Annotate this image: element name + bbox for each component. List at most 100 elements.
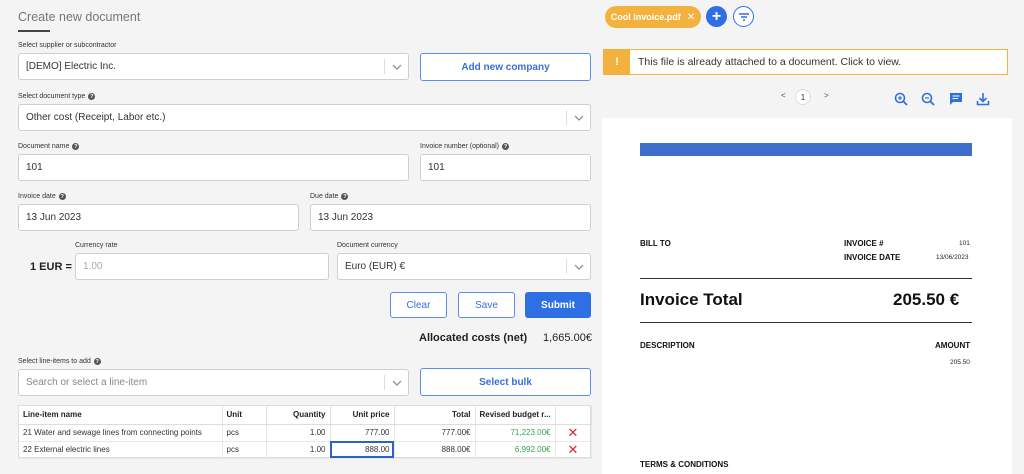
close-icon[interactable]: ✕ bbox=[687, 12, 695, 23]
download-icon[interactable] bbox=[976, 92, 990, 106]
invnum-input[interactable]: 101 bbox=[420, 154, 591, 181]
terms-label: TERMS & CONDITIONS bbox=[640, 460, 729, 469]
doctype-label: Select document type? bbox=[18, 93, 96, 100]
help-icon: ? bbox=[93, 358, 101, 365]
invnum-value: 101 bbox=[428, 162, 445, 173]
save-button[interactable]: Save bbox=[458, 292, 515, 318]
col-header[interactable]: Revised budget r... bbox=[475, 406, 556, 425]
invnum-label: Invoice number (optional)? bbox=[420, 143, 509, 150]
col-header[interactable]: Unit bbox=[222, 406, 267, 425]
lineitems-label: Select line-items to add? bbox=[18, 358, 101, 365]
chevron-down-icon[interactable] bbox=[384, 59, 408, 74]
cell-qty[interactable]: 1.00 bbox=[266, 424, 331, 442]
duedate-label: Due date? bbox=[310, 193, 349, 200]
col-header[interactable]: Line-item name bbox=[19, 406, 223, 425]
invdate-value: 13 Jun 2023 bbox=[26, 212, 82, 223]
docname-input[interactable]: 101 bbox=[18, 154, 409, 181]
comment-icon[interactable] bbox=[949, 92, 963, 106]
line-items-table: Line-item name Unit Quantity Unit price … bbox=[18, 405, 592, 459]
delete-row-icon[interactable]: ✕ bbox=[555, 441, 592, 459]
title-underline bbox=[18, 30, 50, 32]
lineitem-placeholder: Search or select a line-item bbox=[26, 377, 148, 388]
clear-button[interactable]: Clear bbox=[390, 292, 447, 318]
invdate-label: Invoice date? bbox=[18, 193, 66, 200]
invoice-number-value: 101 bbox=[959, 240, 970, 247]
invoice-date-value: 13/06/2023 bbox=[936, 254, 969, 261]
prev-page-button[interactable]: < bbox=[781, 91, 786, 100]
cell-total: 888.00€ bbox=[394, 441, 476, 459]
rate-label: Currency rate bbox=[75, 242, 118, 249]
cell-price[interactable]: 777.00 bbox=[330, 424, 395, 442]
table-row: 22 External electric lines pcs 1.00 888.… bbox=[19, 441, 592, 459]
rate-placeholder: 1.00 bbox=[83, 261, 103, 272]
filter-button[interactable] bbox=[733, 6, 754, 27]
supplier-value: [DEMO] Electric Inc. bbox=[26, 61, 117, 72]
rate-prefix: 1 EUR = bbox=[30, 261, 72, 273]
invoice-number-label: INVOICE # bbox=[844, 239, 884, 248]
rate-input[interactable]: 1.00 bbox=[75, 253, 329, 280]
lineitem-search[interactable]: Search or select a line-item bbox=[18, 369, 409, 396]
bill-to-label: BILL TO bbox=[640, 239, 671, 248]
cell-price-editing[interactable]: 888.00 bbox=[330, 441, 395, 459]
cell-name: 22 External electric lines bbox=[19, 441, 223, 459]
add-file-button[interactable]: + bbox=[706, 6, 727, 27]
cell-budget: 71,223.00€ bbox=[475, 424, 556, 442]
invoice-total-label: Invoice Total bbox=[640, 290, 743, 309]
allocated-value: 1,665.00€ bbox=[543, 332, 592, 344]
col-header[interactable]: Quantity bbox=[266, 406, 331, 425]
doctype-value: Other cost (Receipt, Labor etc.) bbox=[26, 112, 166, 123]
page-title: Create new document bbox=[18, 10, 141, 24]
col-header[interactable]: Unit price bbox=[330, 406, 395, 425]
help-icon: ? bbox=[502, 143, 509, 150]
cell-unit[interactable]: pcs bbox=[222, 441, 267, 459]
supplier-label: Select supplier or subcontractor bbox=[18, 42, 117, 49]
chevron-down-icon[interactable] bbox=[566, 259, 590, 274]
cell-qty[interactable]: 1.00 bbox=[266, 441, 331, 459]
file-chip-label: Cool invoice.pdf bbox=[610, 12, 681, 22]
currency-label: Document currency bbox=[337, 242, 398, 249]
help-icon: ? bbox=[72, 143, 80, 150]
amount-label: AMOUNT bbox=[935, 341, 971, 350]
alert-text: This file is already attached to a docum… bbox=[638, 56, 902, 68]
cell-unit[interactable]: pcs bbox=[222, 424, 267, 442]
select-bulk-button[interactable]: Select bulk bbox=[420, 368, 591, 396]
docname-label: Document name? bbox=[18, 143, 80, 150]
warning-icon: ! bbox=[604, 50, 630, 74]
chevron-down-icon[interactable] bbox=[384, 375, 408, 390]
delete-row-icon[interactable]: ✕ bbox=[555, 424, 592, 442]
cell-budget: 6,992.00€ bbox=[475, 441, 556, 459]
divider bbox=[640, 278, 972, 279]
next-page-button[interactable]: > bbox=[824, 91, 829, 100]
help-icon: ? bbox=[341, 193, 349, 200]
docname-value: 101 bbox=[26, 162, 43, 173]
supplier-select[interactable]: [DEMO] Electric Inc. bbox=[18, 53, 409, 80]
zoom-in-icon[interactable] bbox=[894, 92, 908, 106]
table-header-row: Line-item name Unit Quantity Unit price … bbox=[19, 406, 592, 425]
invoice-date-label: INVOICE DATE bbox=[844, 253, 901, 262]
amount-value: 205.50 bbox=[950, 359, 970, 366]
col-header[interactable]: Total bbox=[394, 406, 476, 425]
filter-icon bbox=[738, 12, 749, 21]
invoice-preview[interactable]: BILL TO INVOICE # 101 INVOICE DATE 13/06… bbox=[602, 118, 1012, 474]
duedate-value: 13 Jun 2023 bbox=[318, 212, 374, 223]
cell-name: 21 Water and sewage lines from connectin… bbox=[19, 424, 223, 442]
plus-icon: + bbox=[711, 7, 722, 25]
submit-button[interactable]: Submit bbox=[525, 292, 591, 318]
allocated-label: Allocated costs (net) bbox=[419, 332, 528, 344]
duedate-input[interactable]: 13 Jun 2023 bbox=[310, 204, 591, 231]
doctype-select[interactable]: Other cost (Receipt, Labor etc.) bbox=[18, 104, 591, 131]
currency-select[interactable]: Euro (EUR) € bbox=[337, 253, 591, 280]
chevron-down-icon[interactable] bbox=[566, 110, 590, 125]
add-company-button[interactable]: Add new company bbox=[420, 53, 591, 81]
page-number: 1 bbox=[795, 89, 811, 105]
description-label: DESCRIPTION bbox=[640, 341, 695, 350]
help-icon: ? bbox=[58, 193, 66, 200]
col-header-empty bbox=[555, 406, 592, 425]
invdate-input[interactable]: 13 Jun 2023 bbox=[18, 204, 299, 231]
file-chip[interactable]: Cool invoice.pdf ✕ bbox=[605, 6, 701, 28]
cell-total: 777.00€ bbox=[394, 424, 476, 442]
zoom-out-icon[interactable] bbox=[921, 92, 935, 106]
divider bbox=[640, 322, 972, 323]
attached-alert[interactable]: ! This file is already attached to a doc… bbox=[603, 49, 1008, 75]
invoice-header-bar bbox=[640, 143, 972, 156]
